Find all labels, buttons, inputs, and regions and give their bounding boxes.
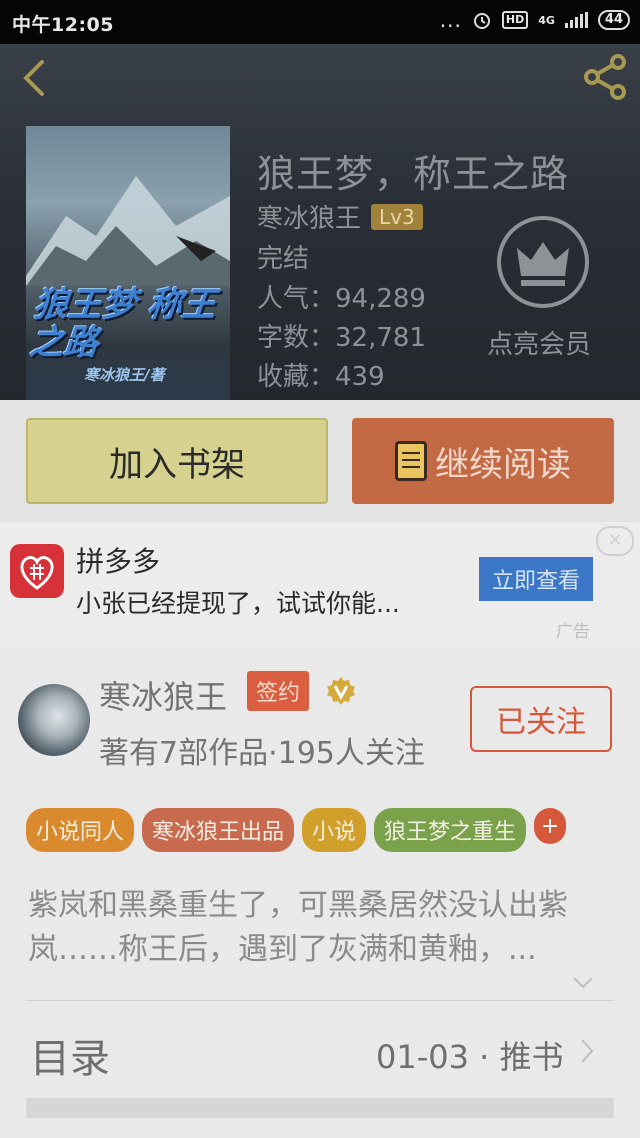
tag-item[interactable]: 寒冰狼王出品 — [142, 808, 295, 852]
battery-icon: 44 — [597, 10, 630, 30]
hd-icon: HD — [501, 11, 529, 29]
signed-badge: 签约 — [247, 671, 310, 711]
popularity-stat: 人气：94,289 — [257, 284, 426, 314]
cover-mountain-image — [26, 176, 230, 286]
status-time: 中午12:05 — [12, 14, 114, 36]
avatar[interactable] — [18, 684, 90, 756]
word-count-stat: 字数：32,781 — [257, 323, 426, 353]
chevron-right-icon[interactable] — [580, 1038, 594, 1064]
tag-item[interactable]: 狼王梦之重生 — [374, 808, 527, 852]
add-tag-button[interactable]: + — [534, 808, 567, 844]
ad-close-icon[interactable]: × — [596, 526, 634, 556]
synopsis-text[interactable]: 紫岚和黑桑重生了，可黑桑居然没认出紫岚……称王后，遇到了灰满和黄釉，... — [28, 884, 618, 972]
share-button[interactable] — [580, 52, 630, 102]
ad-description: 小张已经提现了，试试你能... — [76, 589, 400, 618]
ad-label: 广告 — [556, 622, 590, 642]
ad-title: 拼多多 — [76, 545, 161, 578]
chevron-down-icon[interactable] — [572, 976, 594, 990]
cover-title: 狼王梦 称王之路 — [27, 285, 218, 363]
more-dots-icon: ... — [439, 8, 462, 32]
back-button[interactable] — [14, 58, 54, 98]
book-title: 狼王梦，称王之路 — [257, 152, 570, 196]
tag-item[interactable]: 小说 — [302, 808, 367, 852]
vip-label[interactable]: 点亮会员 — [487, 324, 591, 361]
chevron-left-icon — [23, 60, 44, 96]
level-badge: Lv3 — [371, 203, 423, 230]
status-icons: ... HD 4G 44 — [440, 8, 630, 32]
favorites-stat: 收藏：439 — [257, 362, 385, 392]
book-status: 完结 — [257, 244, 310, 274]
book-icon — [395, 441, 427, 481]
bottom-placeholder — [26, 1098, 614, 1118]
author-meta: 著有7部作品·195人关注 — [99, 736, 425, 771]
share-icon — [584, 54, 626, 100]
vip-button[interactable] — [497, 216, 589, 308]
verified-icon — [327, 677, 355, 705]
book-cover[interactable]: 狼王梦 称王之路 寒冰狼王/著 — [26, 126, 230, 400]
alarm-icon — [473, 13, 490, 29]
toc-title[interactable]: 目录 — [30, 1026, 110, 1084]
status-bar: 中午12:05 ... HD 4G 44 — [0, 0, 640, 44]
follow-button[interactable]: 已关注 — [470, 686, 612, 752]
continue-reading-label: 继续阅读 — [435, 444, 571, 485]
tag-list: 小说同人 寒冰狼王出品 小说 狼王梦之重生 + — [26, 808, 567, 852]
author-name[interactable]: 寒冰狼王 — [99, 672, 227, 718]
crown-icon — [517, 242, 569, 286]
divider — [26, 1000, 614, 1001]
signal-icon — [564, 12, 588, 28]
tag-item[interactable]: 小说同人 — [26, 808, 135, 852]
author-row: 寒冰狼王 Lv3 — [257, 198, 423, 235]
pinduoduo-logo-icon — [10, 544, 64, 598]
toc-latest-chapter[interactable]: 01-03 · 推书 — [376, 1032, 564, 1078]
add-to-shelf-button[interactable]: 加入书架 — [26, 418, 328, 504]
cover-author: 寒冰狼王/著 — [84, 366, 165, 384]
author-link[interactable]: 寒冰狼王 — [257, 198, 361, 235]
ad-view-button[interactable]: 立即查看 — [479, 557, 593, 601]
continue-reading-button[interactable]: 继续阅读 — [352, 418, 614, 504]
network-type: 4G — [538, 13, 555, 27]
